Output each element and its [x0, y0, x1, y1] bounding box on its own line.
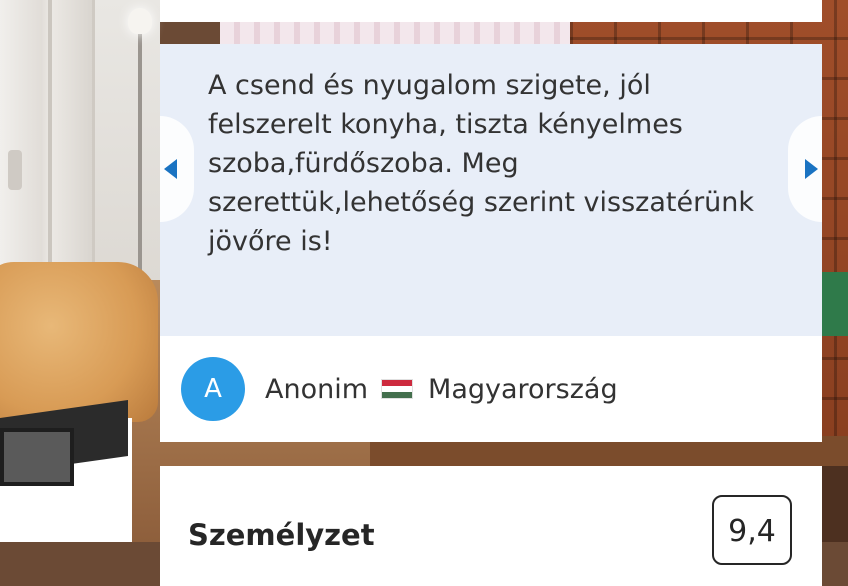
review-text: A csend és nyugalom szigete, jól felszer…: [208, 70, 755, 257]
chevron-right-icon: [805, 159, 818, 179]
next-review-button[interactable]: [788, 116, 822, 222]
review-quote-area: A csend és nyugalom szigete, jól felszer…: [160, 44, 822, 336]
chevron-left-icon: [164, 159, 177, 179]
photo-green-object: [822, 272, 848, 336]
photo-wardrobe: [0, 0, 95, 282]
flag-stripe-green: [382, 392, 413, 398]
photo-screen: [0, 428, 74, 486]
reviewer-country: Magyarország: [428, 373, 618, 405]
previous-review-button[interactable]: [160, 116, 194, 222]
reviewer-info: A Anonim Magyarország: [160, 336, 822, 442]
photo-lamp-head: [128, 8, 152, 34]
avatar: A: [181, 357, 245, 421]
hungary-flag-icon: [382, 380, 413, 398]
photo-armchair: [0, 262, 158, 422]
review-card: A csend és nyugalom szigete, jól felszer…: [160, 44, 822, 442]
category-label: Személyzet: [188, 518, 375, 552]
rating-category-card: Személyzet 9,4: [160, 466, 822, 586]
reviewer-name: Anonim: [265, 373, 369, 405]
previous-card-edge: [160, 0, 822, 22]
score-badge: 9,4: [712, 495, 792, 565]
photo-lower-right: [822, 466, 848, 542]
